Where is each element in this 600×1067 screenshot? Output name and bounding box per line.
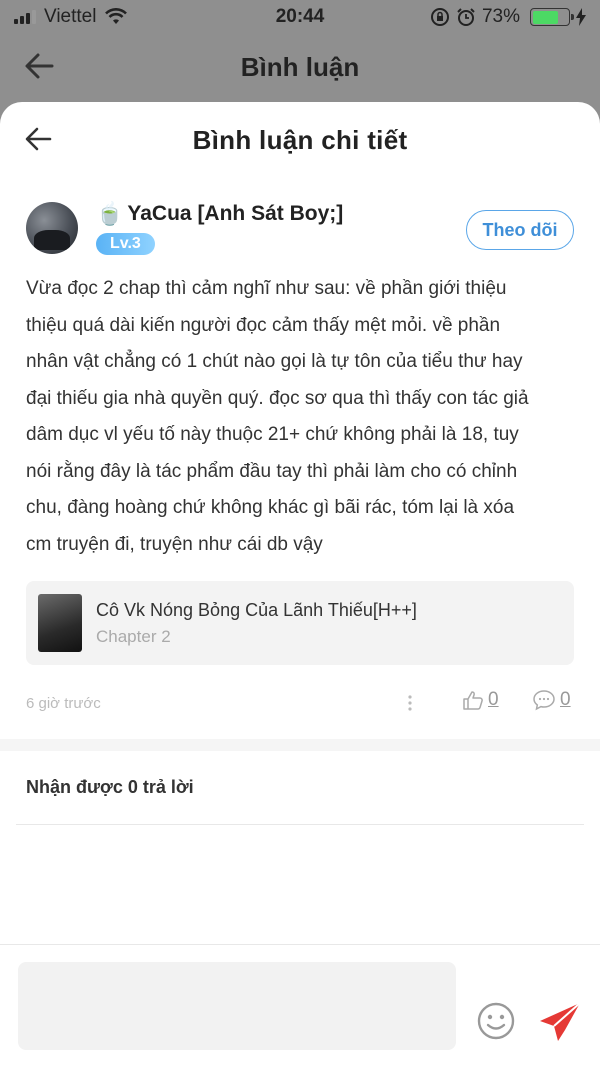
comment-bubble-icon [533,690,555,711]
signal-icon [14,10,36,24]
battery-icon [530,8,574,26]
user-name[interactable]: YaCua [Anh Sát Boy;] [127,202,343,226]
more-options-icon[interactable] [406,693,414,713]
comment-time: 6 giờ trước [26,694,101,712]
like-button[interactable]: 0 [462,689,499,711]
sheet-title: Bình luận chi tiết [192,124,408,155]
comment: 🍵 YaCua [Anh Sát Boy;] Lv.3 Theo dõi Vừa… [0,202,600,717]
user-name-row: 🍵 YaCua [Anh Sát Boy;] [96,202,343,226]
follow-button[interactable]: Theo dõi [466,210,574,250]
comment-line: thiệu quá dài kiến người đọc cảm thấy mệ… [26,314,501,336]
comment-line: cm truyện đi, truyện như cái db vậy [26,533,323,555]
emoji-icon[interactable] [476,1001,516,1041]
status-bar: Viettel 20:44 73% [0,0,600,34]
divider [16,824,584,825]
level-badge: Lv.3 [96,233,155,255]
comment-line: Vừa đọc 2 chap thì cảm nghĩ như sau: về … [26,278,507,299]
comment-line: chu, đàng hoàng chứ không khác gì bãi rá… [26,497,515,518]
back-arrow-icon[interactable] [22,48,58,84]
battery-fill [532,10,559,24]
like-count: 0 [488,689,499,710]
tea-cup-icon: 🍵 [96,201,124,226]
comment-detail-sheet: Bình luận chi tiết 🍵 YaCua [Anh Sát Boy;… [0,102,600,1067]
battery-percent: 73% [481,6,520,27]
status-left: Viettel [14,6,128,28]
charging-icon [576,8,586,26]
thumbs-up-icon [463,691,483,710]
story-info: Cô Vk Nóng Bỏng Của Lãnh Thiếu[H++] Chap… [96,600,417,647]
story-title: Cô Vk Nóng Bỏng Của Lãnh Thiếu[H++] [96,599,417,620]
comment-line: dâm dục vl yếu tố này thuộc 21+ chứ khôn… [26,424,519,445]
carrier-name: Viettel [44,6,97,27]
avatar[interactable] [26,202,78,254]
background-title: Bình luận [240,51,360,82]
story-card[interactable]: Cô Vk Nóng Bỏng Của Lãnh Thiếu[H++] Chap… [26,581,574,665]
alarm-icon [457,8,475,26]
status-time: 20:44 [275,6,325,27]
comment-line: nhân vật chẳng có 1 chút nào gọi là tự t… [26,351,523,372]
reply-button[interactable]: 0 [532,689,571,711]
background-header: Bình luận [0,34,600,100]
comment-line: đại thiếu gia nhà quyền quý. đọc sơ qua … [26,387,529,409]
user-row: 🍵 YaCua [Anh Sát Boy;] Lv.3 Theo dõi [26,202,574,255]
wifi-icon [105,8,128,24]
comment-text: Vừa đọc 2 chap thì cảm nghĩ như sau: về … [26,271,574,563]
user-info: 🍵 YaCua [Anh Sát Boy;] Lv.3 [96,202,343,255]
comment-meta: 6 giờ trước 0 0 [26,689,574,717]
sheet-header: Bình luận chi tiết [0,102,600,178]
reply-input[interactable] [18,962,456,1050]
status-right: 73% [430,6,586,28]
rotation-lock-icon [430,8,449,26]
back-arrow-icon[interactable] [22,122,56,156]
section-divider [0,739,600,751]
story-cover-image [38,594,82,652]
send-icon[interactable] [538,1001,582,1043]
comment-line: nói rằng đây là tác phẩm đầu tay thì phả… [26,460,518,482]
story-chapter: Chapter 2 [96,626,171,646]
reply-input-bar [0,944,600,1067]
reply-count: 0 [560,689,571,710]
replies-heading: Nhận được 0 trả lời [26,777,194,797]
